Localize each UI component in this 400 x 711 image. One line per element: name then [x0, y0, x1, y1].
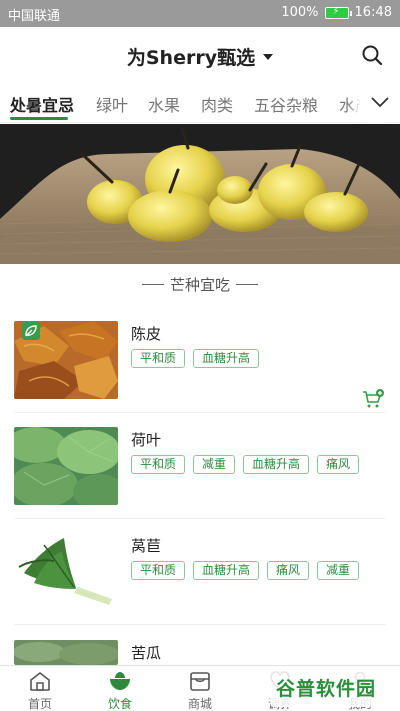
list-item[interactable]: 苦瓜	[0, 640, 400, 665]
battery-percent: 100%	[281, 5, 319, 20]
item-tags: 平和质 减重 血糖升高 痛风	[131, 455, 360, 474]
clock: 16:48	[354, 5, 392, 20]
user-selector[interactable]: 为Sherry甄选	[0, 43, 400, 70]
status-right: 100% ⚡ 16:48	[281, 5, 392, 20]
item-name: 莴苣	[131, 537, 162, 555]
nav-store-label: 商城	[187, 697, 212, 711]
item-tag: 平和质	[131, 455, 186, 474]
page-title: 为Sherry甄选	[126, 47, 256, 69]
item-tag: 血糖升高	[193, 561, 260, 580]
item-tag: 血糖升高	[243, 455, 310, 474]
item-name: 陈皮	[131, 325, 162, 343]
nav-food[interactable]: 饮食	[80, 666, 160, 711]
item-tag: 平和质	[131, 561, 186, 580]
category-tabs: 处暑宜忌 绿叶 水果 肉类 五谷杂粮 水产	[0, 83, 400, 123]
home-icon	[30, 672, 50, 691]
carrier-label: 中国联通	[8, 9, 61, 24]
item-image	[14, 640, 118, 665]
item-image	[14, 321, 118, 399]
item-name: 苦瓜	[131, 644, 162, 662]
pears-in-sack-image	[0, 124, 400, 264]
item-tag: 痛风	[317, 455, 360, 474]
watermark-text: 谷普软件园	[276, 678, 377, 700]
caret-down-icon	[263, 54, 274, 60]
app-header: 为Sherry甄选	[0, 27, 400, 83]
nav-food-label: 饮食	[107, 697, 132, 711]
item-tags: 平和质 血糖升高	[131, 349, 260, 368]
add-to-cart-icon[interactable]	[362, 389, 384, 409]
section-title: 芒种宜吃	[169, 276, 230, 294]
search-icon[interactable]	[361, 44, 383, 66]
item-image	[14, 533, 118, 611]
item-divider	[14, 624, 386, 625]
section-heading: 芒种宜吃	[0, 274, 400, 295]
item-tag: 减重	[317, 561, 360, 580]
heading-dash-right	[236, 284, 258, 285]
chevron-down-icon	[371, 97, 389, 108]
tab-greens[interactable]: 绿叶	[96, 92, 128, 116]
status-bar: 中国联通 100% ⚡ 16:48	[0, 0, 400, 27]
item-name: 荷叶	[131, 431, 162, 449]
nav-store[interactable]: 商城	[160, 666, 240, 711]
item-divider	[14, 412, 386, 413]
tab-season[interactable]: 处暑宜忌	[10, 92, 74, 116]
item-tag: 痛风	[267, 561, 310, 580]
item-tags: 平和质 血糖升高 痛风 减重	[131, 561, 360, 580]
nav-home[interactable]: 首页	[0, 666, 80, 711]
item-tag: 减重	[193, 455, 236, 474]
more-tabs-button[interactable]	[360, 83, 400, 122]
active-tab-indicator	[10, 117, 68, 120]
item-divider	[14, 518, 386, 519]
leaf-icon	[22, 322, 40, 340]
nav-home-label: 首页	[27, 697, 52, 711]
item-image	[14, 427, 118, 505]
tab-meat[interactable]: 肉类	[201, 92, 233, 116]
food-icon	[110, 672, 130, 690]
tab-grains[interactable]: 五谷杂粮	[254, 92, 318, 116]
tab-fruit[interactable]: 水果	[148, 92, 180, 116]
store-icon	[190, 672, 210, 691]
item-tag: 血糖升高	[193, 349, 260, 368]
item-tag: 平和质	[131, 349, 186, 368]
heading-dash-left	[141, 284, 164, 285]
watermark-logo: 谷普软件园	[270, 667, 396, 707]
battery-icon: ⚡	[324, 6, 352, 19]
banner-image[interactable]	[0, 124, 400, 264]
